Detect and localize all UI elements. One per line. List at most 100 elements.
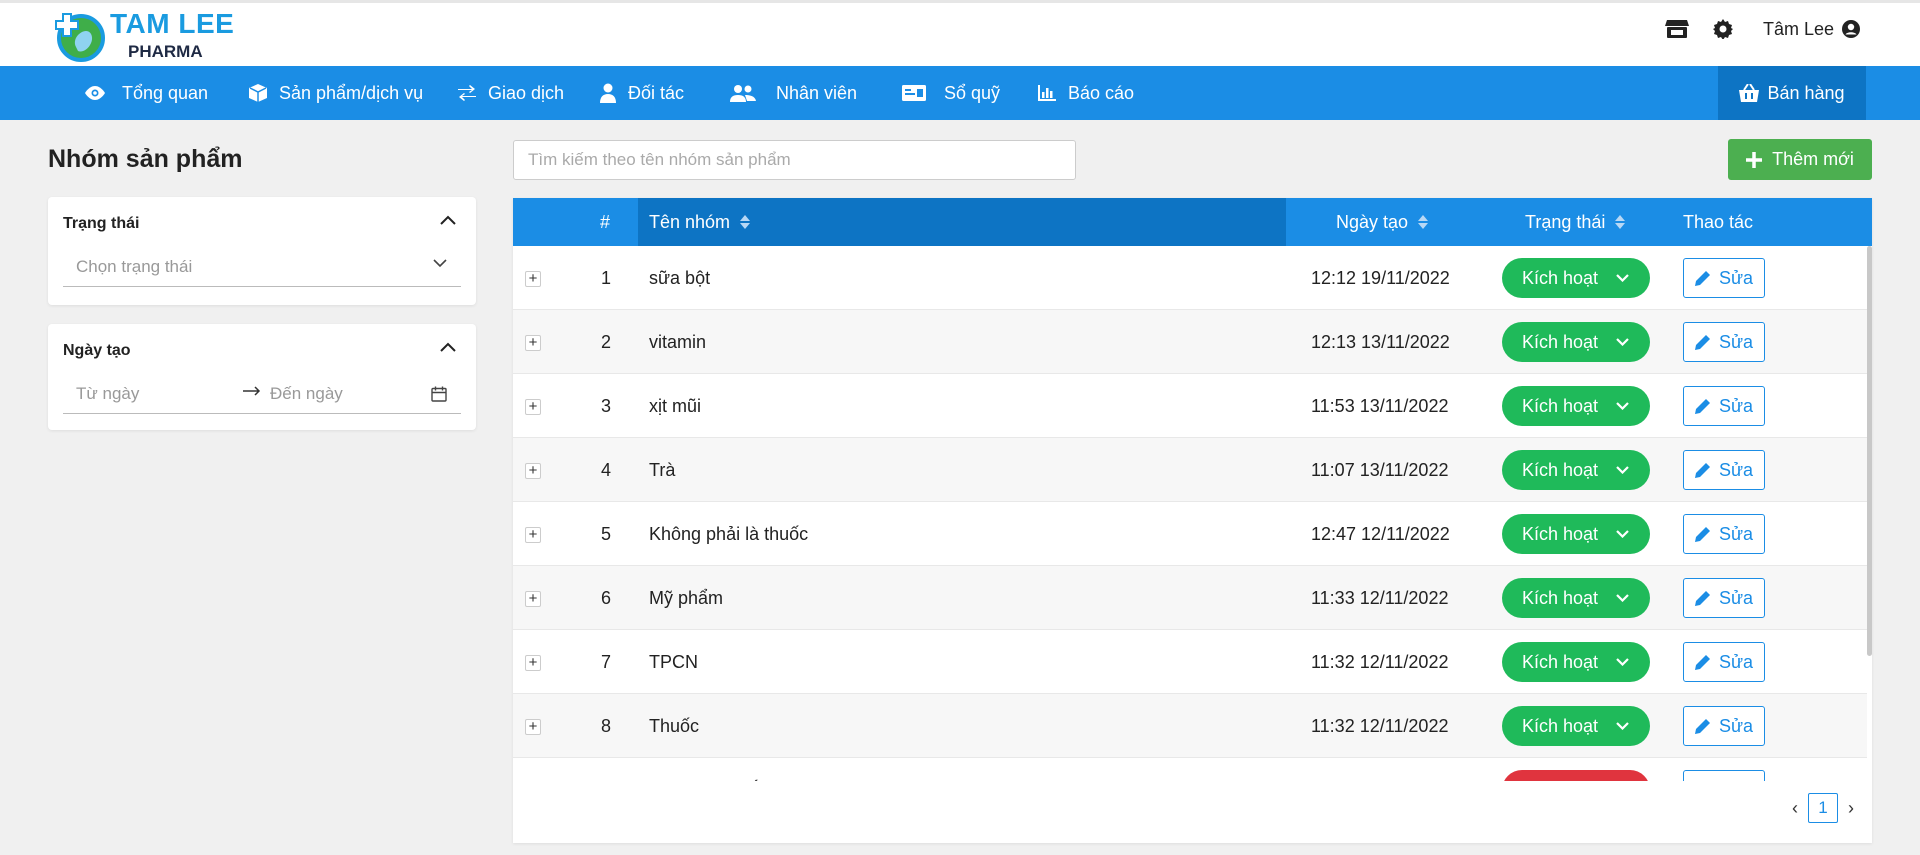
status-label: Kích hoạt: [1522, 715, 1599, 736]
edit-button[interactable]: Sửa: [1683, 322, 1765, 362]
status-filter-title: Trạng thái: [63, 215, 140, 232]
status-dropdown[interactable]: Kích hoạt: [1502, 386, 1650, 426]
date-range-picker[interactable]: Từ ngày Đến ngày: [63, 374, 461, 414]
gear-icon[interactable]: [1711, 17, 1735, 41]
edit-button[interactable]: Sửa: [1683, 450, 1765, 490]
status-label: Kích hoạt: [1522, 459, 1599, 480]
expand-row-icon[interactable]: +: [525, 399, 541, 415]
medical-cross-logo-icon: [55, 13, 105, 62]
sort-icon: [740, 215, 751, 229]
row-name: xịt mũi: [649, 395, 702, 416]
status-dropdown[interactable]: Kích hoạt: [1502, 514, 1650, 554]
nav-item-staff[interactable]: Nhân viên: [730, 66, 857, 120]
row-created: 12:12 19/11/2022: [1311, 267, 1450, 288]
chevron-up-icon[interactable]: [440, 215, 456, 225]
status-filter-card: Trạng thái Chọn trạng thái: [48, 197, 476, 305]
edit-button-label: Sửa: [1718, 651, 1754, 672]
chevron-up-icon[interactable]: [440, 342, 456, 352]
page-number-button[interactable]: 1: [1808, 793, 1838, 823]
date-from-input[interactable]: Từ ngày: [76, 384, 139, 404]
user-name: Tâm Lee: [1762, 18, 1834, 39]
status-label: Xóa tạm: [1522, 780, 1589, 782]
table-row: +4 Trà 11:07 13/11/2022 Kích hoạt Sửa: [513, 438, 1867, 502]
sort-icon: [1615, 215, 1626, 229]
pencil-icon: [1694, 271, 1710, 286]
user-menu[interactable]: Tâm Lee: [1763, 19, 1860, 40]
status-dropdown[interactable]: Kích hoạt: [1502, 578, 1650, 618]
top-header: TAM LEE PHARMA Tâm Lee: [0, 0, 1920, 66]
expand-row-icon[interactable]: +: [525, 463, 541, 479]
next-page-button[interactable]: ›: [1848, 798, 1854, 819]
expand-row-icon[interactable]: +: [525, 719, 541, 735]
nav-item-products[interactable]: Sản phẩm/dịch vụ: [249, 66, 423, 120]
table-row: +3 xịt mũi 11:53 13/11/2022 Kích hoạt Sửa: [513, 374, 1867, 438]
table-row: +6 Mỹ phẩm 11:33 12/11/2022 Kích hoạt Sửa: [513, 566, 1867, 630]
expand-row-icon[interactable]: +: [525, 335, 541, 351]
edit-button[interactable]: Sửa: [1683, 578, 1765, 618]
status-label: Kích hoạt: [1522, 651, 1599, 672]
header-name[interactable]: Tên nhóm: [649, 198, 751, 246]
chevron-down-icon: [1616, 466, 1629, 474]
header-actions: Thao tác: [1683, 211, 1754, 232]
nav-item-reports[interactable]: Báo cáo: [1038, 66, 1134, 120]
expand-row-icon[interactable]: +: [525, 591, 541, 607]
row-index: 9: [601, 758, 611, 782]
add-new-button[interactable]: Thêm mới: [1728, 139, 1872, 180]
edit-button[interactable]: Sửa: [1683, 258, 1765, 298]
date-to-input[interactable]: Đến ngày: [270, 384, 343, 404]
chevron-down-icon: [1616, 402, 1629, 410]
expand-row-icon[interactable]: +: [525, 655, 541, 671]
row-created: 11:32 12/11/2022: [1311, 651, 1449, 672]
search-input[interactable]: [513, 140, 1076, 180]
pencil-icon: [1694, 527, 1710, 542]
chevron-down-icon: [1616, 658, 1629, 666]
calendar-icon: [431, 386, 447, 402]
row-index: 1: [601, 267, 612, 288]
chevron-down-icon: [1616, 274, 1629, 282]
status-select[interactable]: Chọn trạng thái: [63, 247, 461, 287]
table-scrollbar[interactable]: [1867, 246, 1872, 656]
prev-page-button[interactable]: ‹: [1792, 798, 1798, 819]
status-dropdown[interactable]: Kích hoạt: [1502, 322, 1650, 362]
edit-button-label: Sửa: [1718, 459, 1754, 480]
store-icon[interactable]: [1664, 17, 1689, 41]
nav-item-cashbook[interactable]: Sổ quỹ: [902, 66, 1000, 120]
chevron-down-icon: [1616, 338, 1629, 346]
nav-label: Đối tác: [628, 82, 685, 103]
row-index: 2: [601, 331, 612, 352]
row-index: 3: [601, 395, 612, 416]
header-status[interactable]: Trạng thái: [1525, 198, 1626, 246]
expand-row-icon[interactable]: +: [525, 271, 541, 287]
edit-button[interactable]: Sửa: [1683, 770, 1765, 781]
status-dropdown[interactable]: Kích hoạt: [1502, 706, 1650, 746]
nav-item-partners[interactable]: Đối tác: [600, 66, 684, 120]
status-dropdown[interactable]: Kích hoạt: [1502, 642, 1650, 682]
status-dropdown[interactable]: Xóa tạm: [1502, 770, 1650, 781]
edit-button[interactable]: Sửa: [1683, 386, 1765, 426]
edit-button[interactable]: Sửa: [1683, 514, 1765, 554]
row-created: 11:33 12/11/2022: [1311, 587, 1449, 608]
expand-row-icon[interactable]: +: [525, 527, 541, 543]
status-dropdown[interactable]: Kích hoạt: [1502, 258, 1650, 298]
sell-button[interactable]: Bán hàng: [1718, 66, 1866, 120]
table-body: +1 sữa bột 12:12 19/11/2022 Kích hoạt Sửa +2 v…: [513, 246, 1867, 781]
date-filter-title: Ngày tạo: [63, 342, 131, 359]
brand-subtitle: PHARMA: [128, 42, 203, 61]
users-icon: [730, 85, 756, 102]
header-created-label: Ngày tạo: [1336, 211, 1409, 232]
nav-item-overview[interactable]: Tổng quan: [84, 66, 208, 120]
status-label: Kích hoạt: [1522, 331, 1599, 352]
table-row: +8 Thuốc 11:32 12/11/2022 Kích hoạt Sửa: [513, 694, 1867, 758]
edit-button[interactable]: Sửa: [1683, 642, 1765, 682]
nav-label: Sản phẩm/dịch vụ: [279, 82, 424, 103]
nav-item-transactions[interactable]: Giao dịch: [458, 66, 564, 120]
status-label: Kích hoạt: [1522, 523, 1599, 544]
row-name: Chăm sóc mắt: [649, 758, 765, 782]
edit-button-label: Sửa: [1718, 331, 1754, 352]
status-dropdown[interactable]: Kích hoạt: [1502, 450, 1650, 490]
nav-label: Nhân viên: [776, 82, 858, 103]
edit-button[interactable]: Sửa: [1683, 706, 1765, 746]
brand-logo[interactable]: TAM LEE PHARMA: [52, 9, 234, 63]
box-icon: [249, 84, 267, 102]
header-created[interactable]: Ngày tạo: [1336, 198, 1429, 246]
